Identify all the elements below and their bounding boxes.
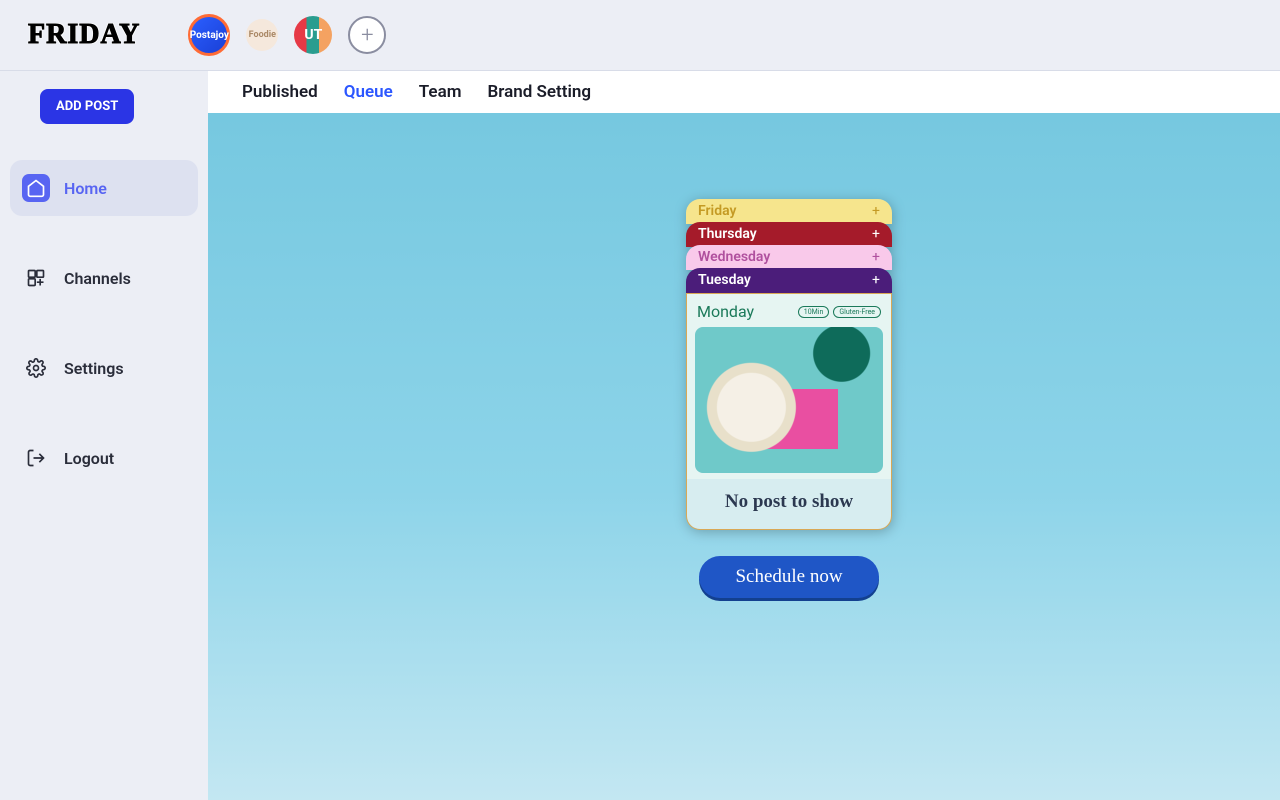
post-preview-image xyxy=(687,327,891,479)
sidebar-item-channels[interactable]: Channels xyxy=(10,250,198,306)
empty-state-text: No post to show xyxy=(686,479,892,530)
badges: 10Min Gluten-Free xyxy=(798,306,881,318)
brand-avatar-2[interactable]: Foodie xyxy=(246,19,278,51)
channels-icon xyxy=(22,264,50,292)
day-row-monday[interactable]: Monday 10Min Gluten-Free xyxy=(687,294,891,327)
sidebar-item-label: Channels xyxy=(64,269,131,288)
schedule-card: Friday + Thursday + Wednesday + Tuesday … xyxy=(686,199,892,530)
badge: 10Min xyxy=(798,306,830,318)
day-label: Friday xyxy=(698,203,736,219)
plus-icon[interactable]: + xyxy=(872,249,880,265)
tab-team[interactable]: Team xyxy=(419,82,462,102)
sidebar-item-label: Settings xyxy=(64,359,124,378)
badge: Gluten-Free xyxy=(833,306,881,318)
sidebar-item-home[interactable]: Home xyxy=(10,160,198,216)
canvas: Friday + Thursday + Wednesday + Tuesday … xyxy=(208,113,1280,800)
tab-brand-setting[interactable]: Brand Setting xyxy=(487,82,591,102)
add-post-button[interactable]: ADD POST xyxy=(40,89,134,124)
day-label: Wednesday xyxy=(698,249,770,265)
settings-icon xyxy=(22,354,50,382)
schedule-now-button[interactable]: Schedule now xyxy=(699,556,878,598)
sidebar: ADD POST Home Channels Settings Logout xyxy=(0,71,208,800)
plus-icon[interactable]: + xyxy=(872,203,880,219)
brand-avatar-3[interactable]: UT xyxy=(294,16,332,54)
brand-avatar-1[interactable]: Postajoy xyxy=(188,14,230,56)
day-label: Thursday xyxy=(698,226,757,242)
tabs: Published Queue Team Brand Setting xyxy=(208,71,1280,113)
sidebar-item-label: Home xyxy=(64,179,107,198)
brand-avatars: Postajoy Foodie UT + xyxy=(188,14,386,56)
day-row-tuesday[interactable]: Tuesday + xyxy=(686,268,892,293)
tab-published[interactable]: Published xyxy=(242,82,318,102)
day-label: Tuesday xyxy=(698,272,751,288)
home-icon xyxy=(22,174,50,202)
sidebar-item-settings[interactable]: Settings xyxy=(10,340,198,396)
day-label: Monday xyxy=(697,302,754,321)
tab-queue[interactable]: Queue xyxy=(344,82,393,102)
main: Published Queue Team Brand Setting Frida… xyxy=(208,71,1280,800)
sidebar-item-label: Logout xyxy=(64,449,114,468)
day-row-wednesday[interactable]: Wednesday + xyxy=(686,245,892,270)
sidebar-item-logout[interactable]: Logout xyxy=(10,430,198,486)
plus-icon[interactable]: + xyxy=(872,226,880,242)
day-row-friday[interactable]: Friday + xyxy=(686,199,892,224)
plus-icon[interactable]: + xyxy=(872,272,880,288)
logout-icon xyxy=(22,444,50,472)
app-logo: FRIDAY xyxy=(28,19,140,51)
day-row-thursday[interactable]: Thursday + xyxy=(686,222,892,247)
topbar: FRIDAY Postajoy Foodie UT + xyxy=(0,0,1280,71)
add-brand-button[interactable]: + xyxy=(348,16,386,54)
